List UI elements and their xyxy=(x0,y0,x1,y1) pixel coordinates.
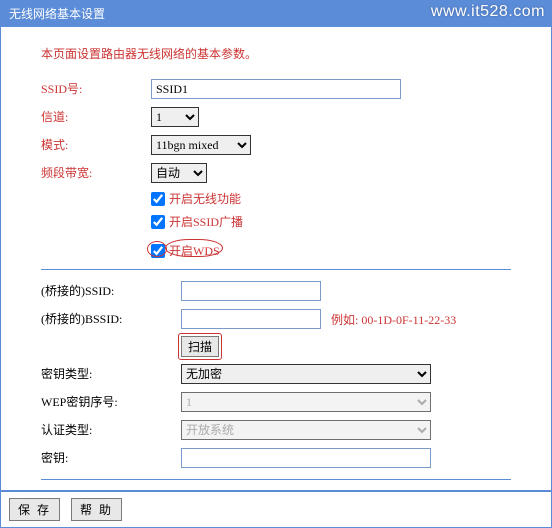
row-auth-type: 认证类型: 开放系统 xyxy=(41,419,541,441)
enable-wireless-checkbox[interactable] xyxy=(151,192,165,206)
channel-select[interactable]: 1 xyxy=(151,107,199,127)
bandwidth-label: 频段带宽: xyxy=(41,162,151,184)
mode-label: 模式: xyxy=(41,134,151,156)
auth-type-label: 认证类型: xyxy=(41,419,181,441)
key-type-label: 密钥类型: xyxy=(41,363,181,385)
bssid-example: 例如: 00-1D-0F-11-22-33 xyxy=(331,311,456,328)
key-type-select[interactable]: 无加密 xyxy=(181,364,431,384)
window-title: 无线网络基本设置 xyxy=(9,7,105,21)
row-enable-wireless: 开启无线功能 xyxy=(151,190,541,207)
row-enable-wds: 开启WDS xyxy=(151,242,541,259)
enable-wds-label: 开启WDS xyxy=(169,244,220,258)
key-input[interactable] xyxy=(181,448,431,468)
bandwidth-select[interactable]: 自动 xyxy=(151,163,207,183)
enable-ssid-broadcast-label: 开启SSID广播 xyxy=(169,213,243,230)
row-channel: 信道: 1 xyxy=(41,106,541,128)
watermark: www.it528.com xyxy=(431,3,545,21)
save-button[interactable]: 保 存 xyxy=(9,498,60,521)
settings-panel: 本页面设置路由器无线网络的基本参数。 SSID号: 信道: 1 模式: 11bg… xyxy=(0,27,552,491)
ssid-label: SSID号: xyxy=(41,78,151,100)
scan-highlight: 扫描 xyxy=(181,336,219,357)
bridge-ssid-label: (桥接的)SSID: xyxy=(41,280,181,302)
row-wep-index: WEP密钥序号: 1 xyxy=(41,391,541,413)
row-scan: 扫描 xyxy=(41,336,541,357)
title-bar: 无线网络基本设置 www.it528.com xyxy=(0,0,552,27)
mode-select[interactable]: 11bgn mixed xyxy=(151,135,251,155)
intro-text: 本页面设置路由器无线网络的基本参数。 xyxy=(41,45,541,62)
footer-bar: 保 存 帮 助 xyxy=(0,491,552,528)
bridge-bssid-label: (桥接的)BSSID: xyxy=(41,308,181,330)
channel-label: 信道: xyxy=(41,106,151,128)
row-mode: 模式: 11bgn mixed xyxy=(41,134,541,156)
section-divider xyxy=(41,269,511,270)
enable-wireless-label: 开启无线功能 xyxy=(169,190,241,207)
ssid-input[interactable] xyxy=(151,79,401,99)
auth-type-select: 开放系统 xyxy=(181,420,431,440)
row-key-type: 密钥类型: 无加密 xyxy=(41,363,541,385)
enable-ssid-broadcast-checkbox[interactable] xyxy=(151,215,165,229)
row-bridge-bssid: (桥接的)BSSID: 例如: 00-1D-0F-11-22-33 xyxy=(41,308,541,330)
section-divider-2 xyxy=(41,479,511,480)
row-enable-ssid-broadcast: 开启SSID广播 xyxy=(151,213,541,230)
bridge-bssid-input[interactable] xyxy=(181,309,321,329)
enable-wds-checkbox[interactable] xyxy=(151,244,165,258)
row-bridge-ssid: (桥接的)SSID: xyxy=(41,280,541,302)
row-ssid: SSID号: xyxy=(41,78,541,100)
wep-index-select: 1 xyxy=(181,392,431,412)
key-label: 密钥: xyxy=(41,447,181,469)
scan-button[interactable]: 扫描 xyxy=(181,336,219,357)
wep-index-label: WEP密钥序号: xyxy=(41,391,181,413)
row-bandwidth: 频段带宽: 自动 xyxy=(41,162,541,184)
help-button[interactable]: 帮 助 xyxy=(71,498,122,521)
row-key: 密钥: xyxy=(41,447,541,469)
bridge-ssid-input[interactable] xyxy=(181,281,321,301)
